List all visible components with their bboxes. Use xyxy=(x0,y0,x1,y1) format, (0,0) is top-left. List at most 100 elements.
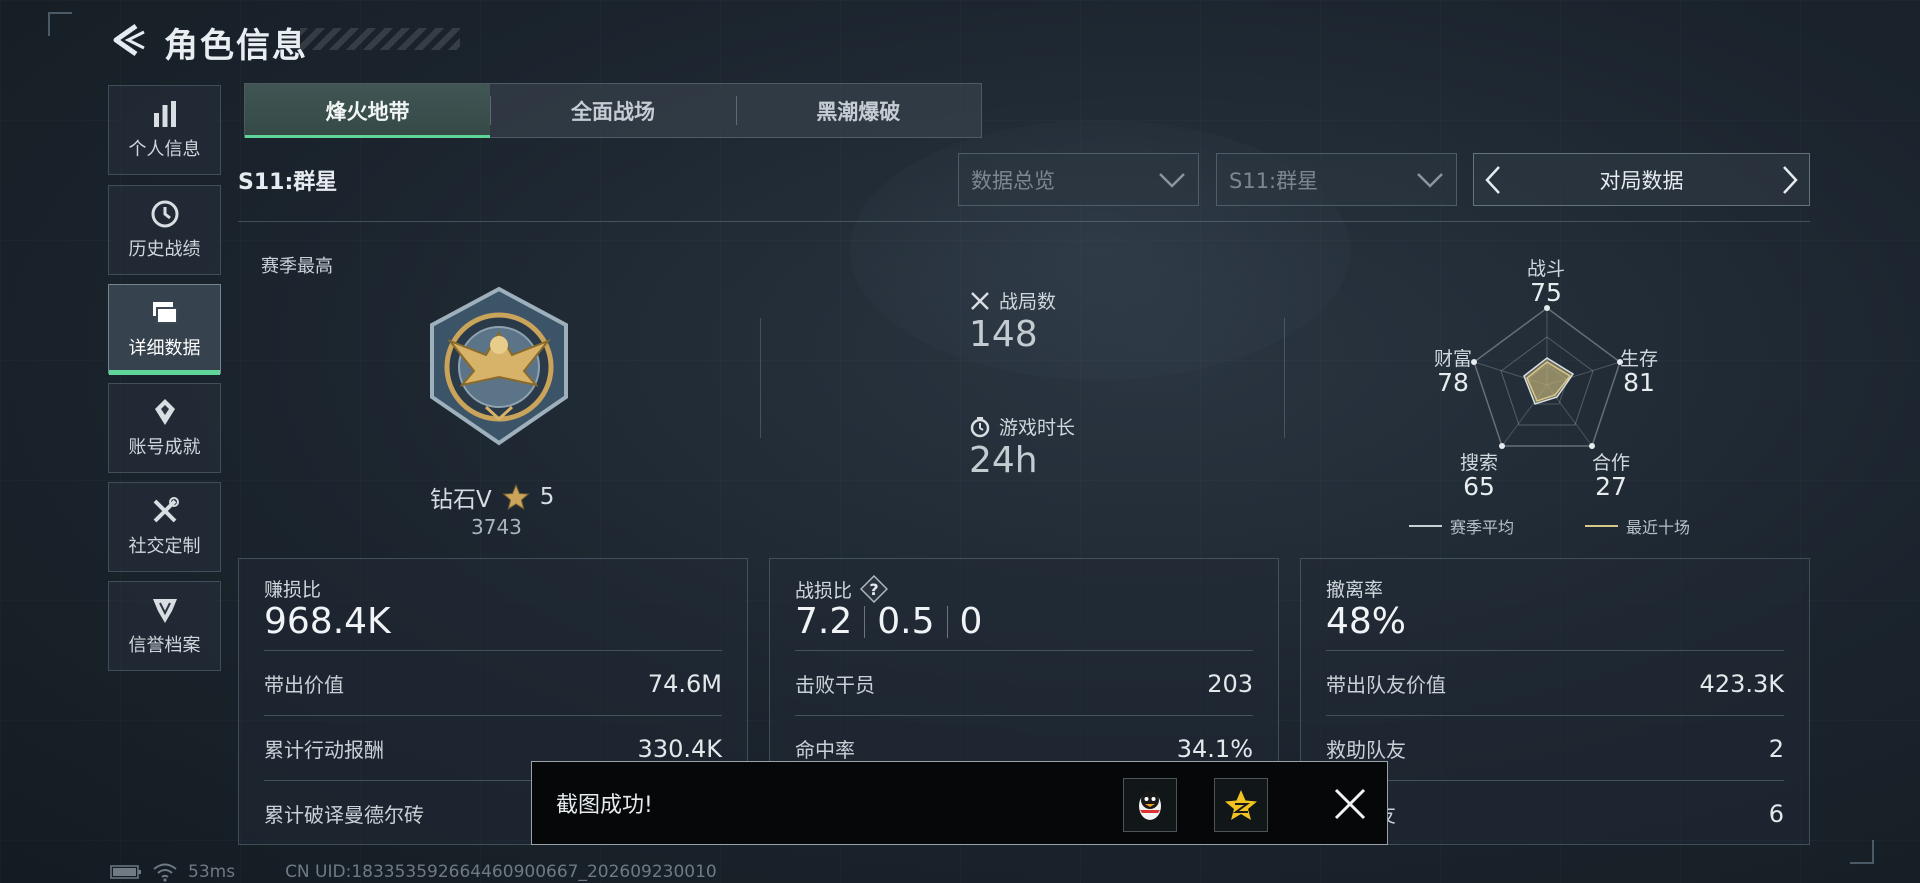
tab-warzone[interactable]: 烽火地带 xyxy=(245,84,491,138)
panel-title-row: 战损比 ? xyxy=(795,575,889,603)
kd-values: 7.2 0.5 0 xyxy=(795,601,982,642)
chevron-left-icon xyxy=(1485,165,1500,194)
sidebar-item-social[interactable]: 社交定制 xyxy=(108,482,221,572)
corner-decoration xyxy=(48,12,72,36)
page-title: 角色信息 xyxy=(164,26,308,66)
radar-axis-wealth: 财富 78 xyxy=(1434,348,1473,397)
playtime-stat: 游戏时长 24h xyxy=(969,413,1075,481)
divider xyxy=(238,221,1810,222)
switcher-next-button[interactable] xyxy=(1771,154,1809,205)
question-icon: ? xyxy=(860,575,889,603)
divider xyxy=(760,318,761,438)
folder-icon xyxy=(152,302,178,324)
row-value: 2 xyxy=(1768,734,1784,763)
rank-score: 3743 xyxy=(471,515,522,539)
toast-close-button[interactable] xyxy=(1328,782,1372,826)
row-label: 命中率 xyxy=(795,738,855,762)
sidebar-item-history[interactable]: 历史战绩 xyxy=(108,185,221,275)
shield-icon xyxy=(152,599,177,623)
clock-icon xyxy=(151,200,178,228)
row-value: 423.3K xyxy=(1699,669,1784,698)
radar-axis-survival: 生存 81 xyxy=(1620,348,1659,397)
sidebar-item-achievements[interactable]: 账号成就 xyxy=(108,383,221,473)
sidebar-item-label: 社交定制 xyxy=(128,536,201,557)
panel-title: 撤离率 xyxy=(1326,579,1384,601)
chevron-down-icon xyxy=(1417,172,1443,188)
tab-black-tide[interactable]: 黑潮爆破 xyxy=(735,84,981,137)
row-value: 6 xyxy=(1768,799,1784,828)
panel-title: 赚损比 xyxy=(264,579,322,601)
stopwatch-icon xyxy=(970,416,990,437)
stat-row: 救助队友 2 xyxy=(1326,715,1784,781)
sidebar-item-detailed-data[interactable]: 详细数据 xyxy=(108,284,221,375)
share-qq-button[interactable] xyxy=(1123,778,1177,832)
screenshot-toast: 截图成功! xyxy=(531,761,1388,845)
row-value: 203 xyxy=(1207,669,1253,698)
divider xyxy=(1284,318,1285,438)
legend-recent-ten: 最近十场 xyxy=(1585,514,1690,538)
stats-switcher: 对局数据 xyxy=(1473,153,1810,206)
battles-label: 战局数 xyxy=(999,291,1057,313)
corner-decoration xyxy=(1850,840,1874,864)
battles-value: 148 xyxy=(969,314,1038,355)
sidebar-item-personal-info[interactable]: 个人信息 xyxy=(108,85,221,175)
radar-axis-search: 搜索 65 xyxy=(1460,452,1499,501)
radar-axis-combat: 战斗 75 xyxy=(1527,258,1566,307)
chevron-right-icon xyxy=(1783,165,1798,194)
stat-row: 击败干员 203 xyxy=(795,650,1253,716)
rank-medal xyxy=(416,285,582,450)
stat-row: 友 6 xyxy=(1326,780,1784,846)
bar-chart-icon xyxy=(153,101,176,127)
data-type-dropdown[interactable]: 数据总览 xyxy=(958,153,1199,206)
tools-icon xyxy=(153,497,179,523)
help-button[interactable]: ? xyxy=(860,575,889,603)
row-label: 带出队友价值 xyxy=(1326,673,1446,697)
sidebar-item-label: 信誉档案 xyxy=(128,635,201,656)
rank-row: 钻石V 5 xyxy=(430,480,554,514)
toast-message: 截图成功! xyxy=(556,793,653,818)
legend-line xyxy=(1585,525,1618,527)
battery-icon xyxy=(110,865,141,879)
user-uid: CN UID:18335359266446090066​7_2026092300… xyxy=(285,862,717,882)
row-label: 累计破译曼德尔砖 xyxy=(264,803,424,827)
season-best-label: 赛季最高 xyxy=(261,256,333,277)
rank-name: 钻石V xyxy=(430,487,492,513)
ping-value: 53ms xyxy=(188,862,236,882)
svg-text:?: ? xyxy=(869,580,878,599)
season-dropdown[interactable]: S11:群星 xyxy=(1216,153,1457,206)
legend-label: 赛季平均 xyxy=(1450,518,1515,537)
crossed-swords-icon xyxy=(971,291,989,310)
playtime-label: 游戏时长 xyxy=(999,417,1076,439)
row-label: 击败干员 xyxy=(795,673,875,697)
switcher-prev-button[interactable] xyxy=(1474,154,1512,205)
radar-chart: 战斗 75 生存 81 合作 27 搜索 65 财富 78 xyxy=(1400,258,1700,500)
rank-stars: 5 xyxy=(539,484,555,510)
chevron-down-icon xyxy=(1159,172,1185,188)
radar-axis-cooperation: 合作 27 xyxy=(1592,452,1631,501)
panel-title: 战损比 xyxy=(795,579,853,602)
penguin-icon xyxy=(1139,791,1161,820)
kd-value: 0 xyxy=(959,601,983,642)
dropdown-value: S11:群星 xyxy=(1229,168,1319,193)
back-button[interactable] xyxy=(108,22,148,58)
star-share-icon xyxy=(1225,790,1257,820)
row-label: 带出价值 xyxy=(264,673,344,697)
tab-full-battlefield[interactable]: 全面战场 xyxy=(490,84,735,137)
legend-label: 最近十场 xyxy=(1626,518,1691,537)
back-arrow-icon xyxy=(113,23,145,57)
diamond-rank-emblem xyxy=(430,286,568,446)
kd-value: 7.2 xyxy=(795,601,853,642)
row-label: 救助队友 xyxy=(1326,738,1406,762)
playtime-value: 24h xyxy=(969,440,1038,481)
sidebar-item-label: 账号成就 xyxy=(128,437,201,458)
sidebar-item-label: 历史战绩 xyxy=(128,239,201,260)
row-value: 74.6M xyxy=(647,669,722,698)
sidebar-item-credit[interactable]: 信誉档案 xyxy=(108,581,221,671)
medal-icon xyxy=(154,399,175,425)
switcher-label: 对局数据 xyxy=(1599,168,1684,193)
title-decoration xyxy=(300,28,460,50)
legend-season-average: 赛季平均 xyxy=(1409,514,1514,538)
share-qzone-button[interactable] xyxy=(1214,778,1268,832)
row-label: 累计行动报酬 xyxy=(264,738,384,762)
sidebar-item-label: 详细数据 xyxy=(128,338,201,359)
